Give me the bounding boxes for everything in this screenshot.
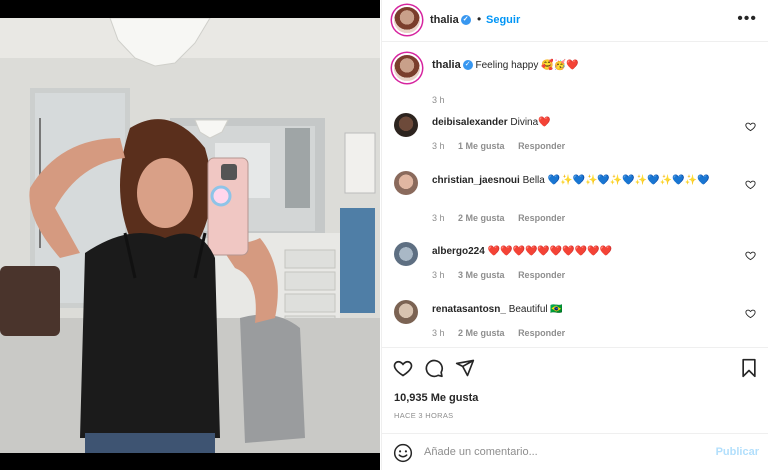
like-comment-heart-icon[interactable]: [745, 308, 756, 319]
post-photo[interactable]: [0, 0, 380, 470]
caption-body: Feeling happy 🥰🥳❤️: [475, 60, 579, 71]
emoji-icon[interactable]: [393, 443, 413, 463]
reply-button[interactable]: Responder: [518, 213, 565, 223]
separator-dot: •: [477, 12, 482, 26]
commenter-username[interactable]: albergo224: [432, 246, 485, 257]
commenter-username[interactable]: christian_jaesnoui: [432, 175, 520, 186]
caption-time: 3 h: [432, 95, 445, 105]
comment-time: 3 h: [432, 270, 445, 280]
comment-meta: 3 h 2 Me gusta Responder: [432, 328, 576, 338]
comment-time: 3 h: [432, 213, 445, 223]
comment-body: renatasantosn_ Beautiful 🇧🇷: [432, 303, 737, 317]
comment-meta: 3 h 2 Me gusta Responder: [432, 213, 576, 223]
comments-list[interactable]: thalia ✓ Feeling happy 🥰🥳❤️ 3 h deibisale…: [382, 43, 768, 346]
comment-meta: 3 h 3 Me gusta Responder: [432, 270, 576, 280]
commenter-avatar[interactable]: [394, 242, 418, 266]
comment-input[interactable]: [424, 442, 704, 462]
author-username[interactable]: thalia ✓: [430, 14, 471, 26]
commenter-username[interactable]: deibisalexander: [432, 117, 508, 128]
caption-text: thalia ✓ Feeling happy 🥰🥳❤️: [432, 59, 578, 71]
comment-bubble-icon[interactable]: [424, 358, 444, 378]
commenter-username[interactable]: renatasantosn_: [432, 304, 506, 315]
caption-username[interactable]: thalia: [432, 59, 461, 71]
comment-body: albergo224 ❤️❤️❤️❤️❤️❤️❤️❤️❤️❤️: [432, 245, 737, 259]
comment-time: 3 h: [432, 141, 445, 151]
publish-button[interactable]: Publicar: [716, 446, 759, 458]
like-comment-heart-icon[interactable]: [745, 179, 756, 190]
comment-body: deibisalexander Divina❤️: [432, 116, 737, 130]
comment-body: christian_jaesnoui Bella 💙✨💙✨💙✨💙✨💙✨💙✨💙: [432, 174, 737, 188]
commenter-avatar[interactable]: [394, 171, 418, 195]
comment-meta: 3 h 1 Me gusta Responder: [432, 141, 576, 151]
like-comment-heart-icon[interactable]: [745, 250, 756, 261]
verified-badge-icon: ✓: [462, 60, 473, 71]
follow-button[interactable]: Seguir: [486, 14, 520, 26]
like-comment-heart-icon[interactable]: [745, 121, 756, 132]
post-timestamp: HACE 3 HORAS: [394, 411, 454, 420]
likes-count[interactable]: 10,935 Me gusta: [394, 392, 478, 404]
like-heart-icon[interactable]: [393, 358, 413, 378]
add-comment-bar: Publicar: [382, 433, 768, 470]
verified-badge-icon: ✓: [460, 15, 471, 26]
comment-text: Divina❤️: [510, 117, 551, 128]
commenter-avatar[interactable]: [394, 113, 418, 137]
post-header: thalia ✓ • Seguir •••: [382, 0, 768, 42]
comment-likes[interactable]: 3 Me gusta: [458, 270, 505, 280]
comment-likes[interactable]: 2 Me gusta: [458, 213, 505, 223]
post-detail-panel: thalia ✓ • Seguir ••• thalia ✓ Feeling hap…: [381, 0, 768, 470]
photo-scene: [0, 18, 380, 453]
caption-avatar[interactable]: [394, 55, 420, 81]
save-bookmark-icon[interactable]: [739, 358, 759, 378]
selfie-image: [0, 18, 380, 453]
post-actions: 10,935 Me gusta HACE 3 HORAS: [382, 347, 768, 433]
comment-text: Beautiful 🇧🇷: [508, 304, 563, 315]
comment-likes[interactable]: 2 Me gusta: [458, 328, 505, 338]
more-options-icon[interactable]: •••: [737, 10, 757, 28]
author-avatar[interactable]: [394, 7, 420, 33]
author-username-text[interactable]: thalia: [430, 14, 459, 26]
comment-time: 3 h: [432, 328, 445, 338]
share-send-icon[interactable]: [455, 358, 475, 378]
reply-button[interactable]: Responder: [518, 328, 565, 338]
comment-text: Bella 💙✨💙✨💙✨💙✨💙✨💙✨💙: [522, 175, 710, 186]
reply-button[interactable]: Responder: [518, 141, 565, 151]
comment-likes[interactable]: 1 Me gusta: [458, 141, 505, 151]
reply-button[interactable]: Responder: [518, 270, 565, 280]
comment-text: ❤️❤️❤️❤️❤️❤️❤️❤️❤️❤️: [487, 246, 613, 257]
commenter-avatar[interactable]: [394, 300, 418, 324]
